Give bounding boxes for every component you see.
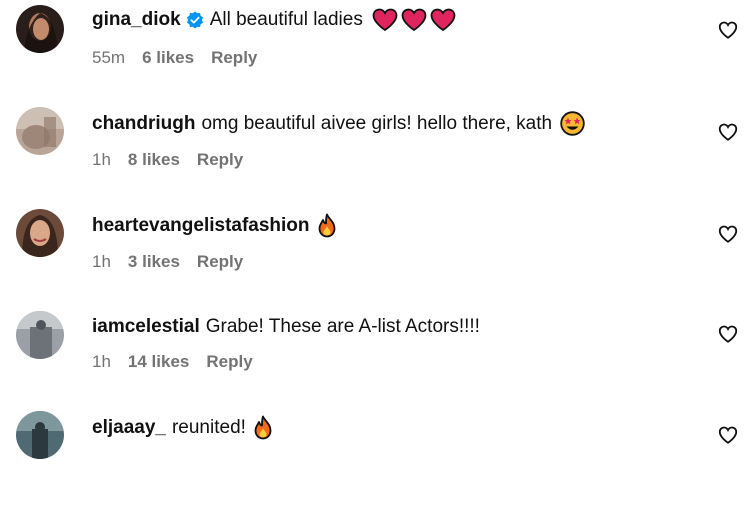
comment-username[interactable]: eljaaay_	[92, 416, 166, 440]
comment-text: reunited!	[171, 416, 246, 438]
fire-icon	[253, 415, 273, 440]
comment-text: Grabe! These are A-list Actors!!!!	[205, 316, 480, 337]
comment-meta: 55m 6 likes Reply	[92, 47, 274, 69]
comment-time: 1h	[92, 150, 111, 169]
comment-meta: 1h 3 likes Reply	[92, 251, 260, 273]
comment-line: eljaaay_ reunited!	[92, 415, 273, 440]
comment-username[interactable]: iamcelestial	[92, 315, 200, 339]
like-heart-icon[interactable]	[717, 121, 739, 143]
like-heart-icon[interactable]	[717, 424, 739, 446]
comment-username[interactable]: gina_diok	[92, 8, 181, 32]
red-heart-icon	[372, 8, 398, 32]
avatar[interactable]	[16, 311, 64, 359]
comment-username[interactable]: heartevangelistafashion	[92, 214, 310, 238]
star-struck-icon	[560, 111, 585, 136]
verified-badge-icon	[186, 11, 204, 29]
comment-likes[interactable]: 6 likes	[142, 47, 194, 69]
comment-line: gina_diok All beautiful ladies	[92, 8, 456, 32]
fire-icon	[317, 213, 337, 238]
like-heart-icon[interactable]	[717, 223, 739, 245]
reply-button[interactable]: Reply	[197, 251, 243, 273]
comments-list: gina_diok All beautiful ladies 55m 6 lik…	[0, 0, 750, 459]
comment-line: iamcelestial Grabe! These are A-list Act…	[92, 315, 480, 339]
like-heart-icon[interactable]	[717, 19, 739, 41]
comment-item: chandriugh omg beautiful aivee girls! he…	[0, 102, 750, 202]
comment-item: eljaaay_ reunited!	[0, 408, 750, 508]
comment-username[interactable]: chandriugh	[92, 112, 195, 136]
comment-meta: 1h 8 likes Reply	[92, 149, 260, 171]
comment-time: 55m	[92, 48, 126, 67]
comment-item: gina_diok All beautiful ladies 55m 6 lik…	[0, 0, 750, 100]
avatar[interactable]	[16, 411, 64, 459]
avatar[interactable]	[16, 107, 64, 155]
red-heart-icon	[430, 8, 456, 32]
avatar[interactable]	[16, 209, 64, 257]
comment-line: chandriugh omg beautiful aivee girls! he…	[92, 111, 585, 136]
comment-likes[interactable]: 8 likes	[128, 149, 180, 171]
comment-meta: 1h 14 likes Reply	[92, 351, 270, 373]
comment-text: All beautiful ladies	[209, 9, 363, 30]
reply-button[interactable]: Reply	[197, 149, 243, 171]
comment-time: 1h	[92, 352, 111, 371]
comment-line: heartevangelistafashion	[92, 213, 337, 238]
reply-button[interactable]: Reply	[206, 351, 252, 373]
avatar[interactable]	[16, 5, 64, 53]
comment-item: iamcelestial Grabe! These are A-list Act…	[0, 306, 750, 406]
reply-button[interactable]: Reply	[211, 47, 257, 69]
red-heart-icon	[401, 8, 427, 32]
comment-time: 1h	[92, 252, 111, 271]
like-heart-icon[interactable]	[717, 323, 739, 345]
comment-text: omg beautiful aivee girls! hello there, …	[201, 112, 553, 134]
comment-likes[interactable]: 14 likes	[128, 351, 189, 373]
comment-item: heartevangelistafashion 1h 3 likes Reply	[0, 204, 750, 304]
comment-likes[interactable]: 3 likes	[128, 251, 180, 273]
